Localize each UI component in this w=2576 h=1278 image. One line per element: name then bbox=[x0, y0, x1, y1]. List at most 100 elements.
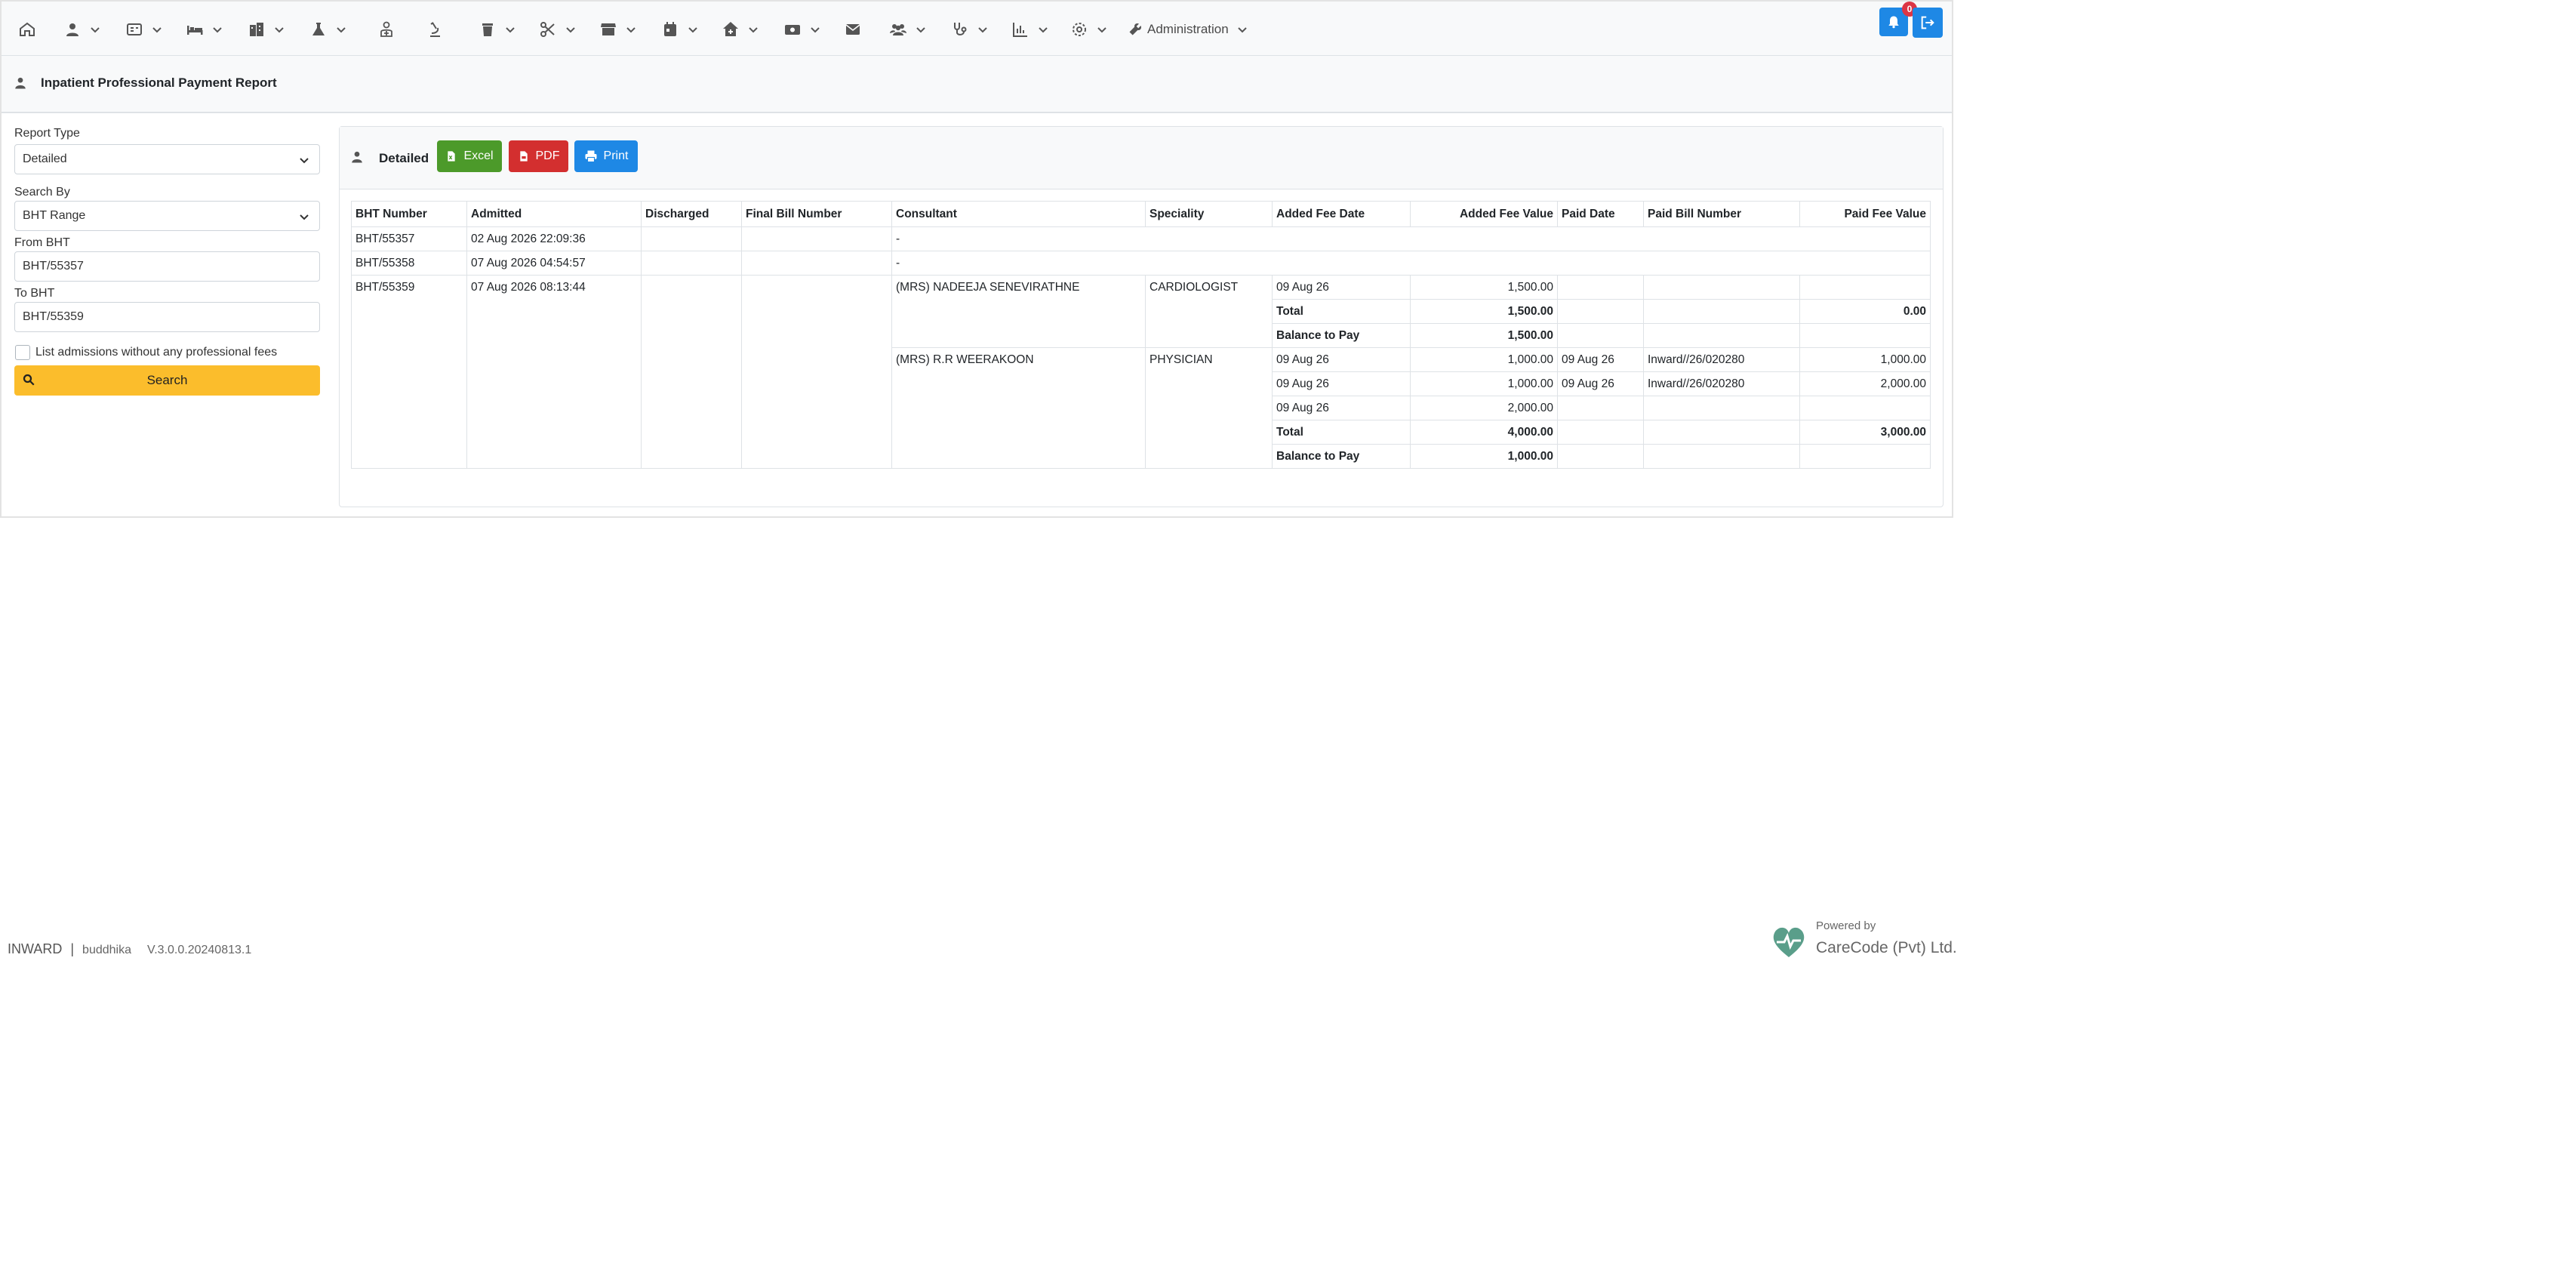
building-menu[interactable] bbox=[248, 20, 285, 39]
column-header: Paid Bill Number bbox=[1643, 201, 1800, 227]
column-header: Added Fee Value bbox=[1410, 201, 1558, 227]
bht-number-cell: BHT/55359 bbox=[351, 275, 467, 469]
search-by-select[interactable]: BHT Range bbox=[14, 201, 320, 231]
report-panel-header: Detailed Excel PDF Print bbox=[340, 127, 1943, 189]
added-fee-value-cell: 1,000.00 bbox=[1410, 371, 1558, 396]
home-icon[interactable] bbox=[18, 20, 36, 39]
paid-date-cell bbox=[1557, 275, 1644, 300]
users-menu[interactable] bbox=[889, 20, 927, 39]
discharged-cell bbox=[641, 251, 742, 276]
bed-icon bbox=[187, 26, 203, 35]
bed-menu[interactable] bbox=[186, 20, 223, 39]
balance-label-cell: Balance to Pay bbox=[1272, 444, 1411, 469]
scissors-icon bbox=[540, 22, 555, 37]
paid-fee-value-cell bbox=[1799, 323, 1931, 348]
balance-value-cell: 1,000.00 bbox=[1410, 444, 1558, 469]
no-fees-checkbox[interactable] bbox=[15, 345, 30, 360]
search-button[interactable]: Search bbox=[14, 365, 320, 396]
total-label-cell: Total bbox=[1272, 420, 1411, 445]
chevron-down-icon bbox=[506, 27, 515, 33]
added-fee-value-cell: 1,000.00 bbox=[1410, 347, 1558, 372]
discharged-cell bbox=[641, 275, 742, 469]
paid-date-cell: 09 Aug 26 bbox=[1557, 347, 1644, 372]
logout-button[interactable] bbox=[1913, 8, 1943, 38]
payment-menu[interactable] bbox=[783, 20, 821, 39]
administration-menu[interactable]: Administration bbox=[1128, 20, 1248, 39]
bht-number-cell: BHT/55358 bbox=[351, 251, 467, 276]
footer-separator: | bbox=[70, 941, 75, 956]
store-menu[interactable] bbox=[599, 20, 637, 39]
id-card-menu[interactable] bbox=[125, 20, 163, 39]
paid-bill-cell bbox=[1643, 444, 1800, 469]
report-type-select[interactable]: Detailed bbox=[14, 144, 320, 174]
payment-report-table: BHT Number Admitted Discharged Final Bil… bbox=[351, 201, 1931, 469]
final-bill-cell bbox=[741, 226, 892, 251]
microscope-icon[interactable] bbox=[426, 20, 444, 39]
wrench-icon bbox=[1129, 23, 1142, 35]
lab-menu[interactable] bbox=[309, 20, 347, 39]
page-header: Inpatient Professional Payment Report bbox=[2, 56, 1952, 113]
trash-icon bbox=[482, 23, 493, 36]
pdf-button-label: PDF bbox=[535, 149, 560, 162]
final-bill-cell bbox=[741, 251, 892, 276]
calendar-icon bbox=[664, 22, 676, 36]
from-bht-label: From BHT bbox=[14, 236, 70, 249]
paid-bill-cell bbox=[1643, 299, 1800, 324]
bht-number-cell: BHT/55357 bbox=[351, 226, 467, 251]
paid-fee-value-cell: 1,000.00 bbox=[1799, 347, 1931, 372]
from-bht-input[interactable]: BHT/55357 bbox=[14, 251, 320, 282]
chevron-down-icon bbox=[91, 27, 100, 33]
chart-icon bbox=[1013, 23, 1027, 37]
from-bht-value: BHT/55357 bbox=[23, 260, 84, 273]
clinic-menu[interactable] bbox=[951, 20, 989, 39]
total-value-cell: 1,500.00 bbox=[1410, 299, 1558, 324]
consultant-cell: (MRS) R.R WEERAKOON bbox=[891, 347, 1146, 469]
column-header: Paid Date bbox=[1557, 201, 1644, 227]
column-header: Discharged bbox=[641, 201, 742, 227]
chevron-down-icon bbox=[300, 214, 309, 220]
stethoscope-icon bbox=[954, 23, 967, 35]
doctor-icon[interactable] bbox=[377, 20, 395, 39]
envelope-icon[interactable] bbox=[844, 20, 862, 39]
surgery-menu[interactable] bbox=[539, 20, 577, 39]
appointment-menu[interactable] bbox=[661, 20, 699, 39]
column-header: Speciality bbox=[1145, 201, 1273, 227]
user-menu[interactable] bbox=[63, 20, 101, 39]
user-icon bbox=[352, 151, 362, 163]
added-fee-value-cell: 2,000.00 bbox=[1410, 396, 1558, 420]
chevron-down-icon bbox=[978, 27, 987, 33]
users-icon bbox=[890, 24, 906, 35]
chevron-down-icon bbox=[626, 27, 636, 33]
user-icon bbox=[15, 77, 26, 89]
footer-info: INWARD | buddhika V.3.0.0.20240813.1 bbox=[8, 941, 251, 957]
trash-menu[interactable] bbox=[479, 20, 516, 39]
total-paid-cell: 0.00 bbox=[1799, 299, 1931, 324]
id-card-icon bbox=[127, 23, 142, 35]
to-bht-input[interactable]: BHT/55359 bbox=[14, 302, 320, 332]
print-icon bbox=[585, 150, 597, 163]
consultant-cell: (MRS) NADEEJA SENEVIRATHNE bbox=[891, 275, 1146, 348]
search-by-value: BHT Range bbox=[23, 209, 86, 222]
consultant-cell: - bbox=[891, 251, 1931, 276]
speciality-cell: PHYSICIAN bbox=[1145, 347, 1273, 469]
chevron-down-icon bbox=[1039, 27, 1048, 33]
final-bill-cell bbox=[741, 275, 892, 469]
inward-menu[interactable] bbox=[722, 20, 759, 39]
chevron-down-icon bbox=[337, 27, 346, 33]
print-button[interactable]: Print bbox=[574, 140, 638, 172]
paid-date-cell bbox=[1557, 396, 1644, 420]
house-medical-icon bbox=[723, 22, 738, 36]
reports-menu[interactable] bbox=[1011, 20, 1049, 39]
excel-button[interactable]: Excel bbox=[437, 140, 502, 172]
chevron-down-icon bbox=[300, 158, 309, 164]
footer-module: INWARD bbox=[8, 941, 63, 956]
paid-fee-value-cell bbox=[1799, 275, 1931, 300]
column-header: Admitted bbox=[466, 201, 642, 227]
flask-icon bbox=[312, 23, 325, 35]
pdf-button[interactable]: PDF bbox=[509, 140, 568, 172]
total-paid-cell: 3,000.00 bbox=[1799, 420, 1931, 445]
settings-menu[interactable] bbox=[1070, 20, 1108, 39]
added-fee-date-cell: 09 Aug 26 bbox=[1272, 347, 1411, 372]
paid-fee-value-cell bbox=[1799, 396, 1931, 420]
column-header: BHT Number bbox=[351, 201, 467, 227]
